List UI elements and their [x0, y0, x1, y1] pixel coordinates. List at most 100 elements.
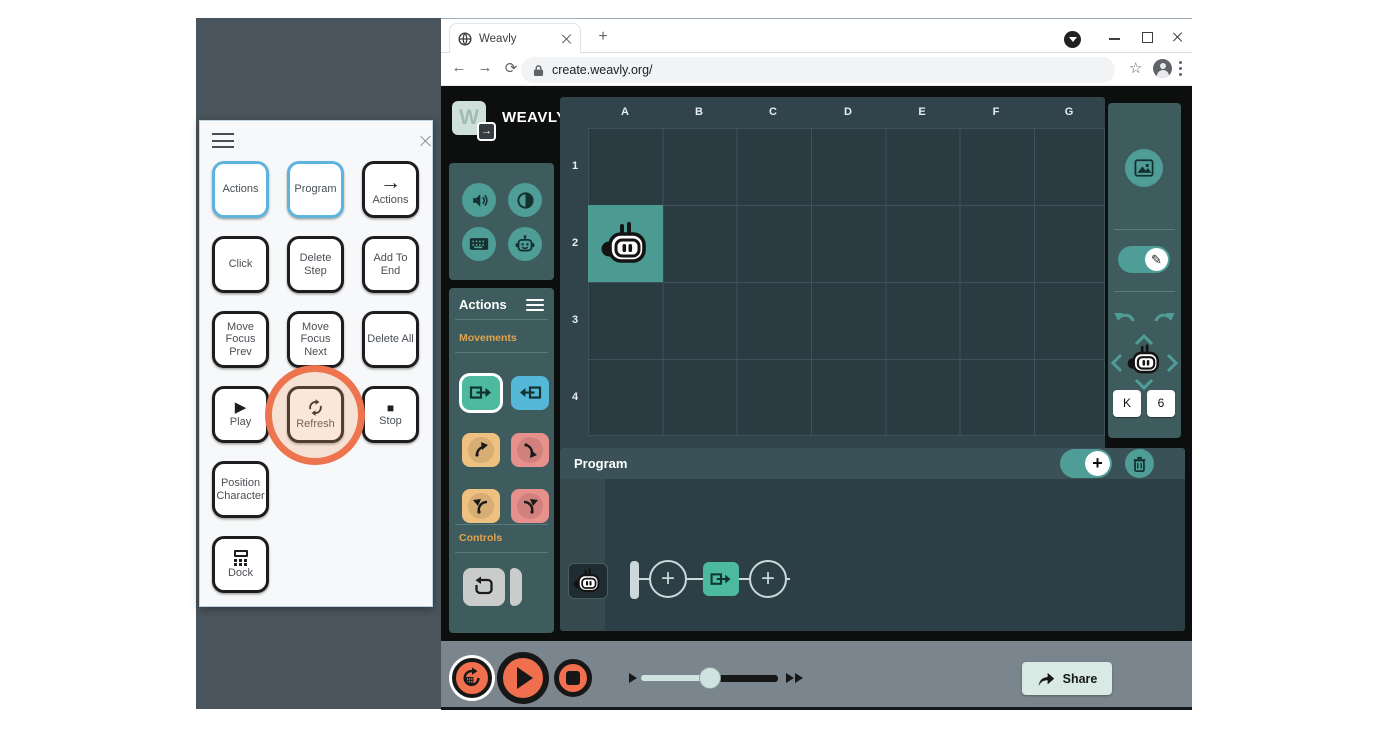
col-label-f: F [992, 106, 1000, 118]
col-label-g: G [1064, 106, 1074, 118]
background-picker-button[interactable] [1125, 149, 1163, 187]
program-character-thumbnail[interactable] [568, 563, 608, 599]
block-turn-right-45[interactable] [511, 433, 549, 467]
row-label-2: 2 [571, 237, 579, 249]
play-button[interactable] [497, 652, 549, 704]
redo-icon [1154, 313, 1175, 322]
character-settings-button[interactable] [508, 227, 542, 261]
image-icon [1134, 159, 1154, 177]
col-label-e: E [918, 106, 926, 118]
row-label-1: 1 [571, 160, 579, 172]
switch-button-play[interactable]: ▶ Play [212, 386, 269, 443]
theme-contrast-button[interactable] [508, 183, 542, 217]
add-step-node-2[interactable]: + [749, 560, 787, 598]
dock-icon [233, 549, 249, 566]
trash-icon [1133, 456, 1146, 472]
switch-button-move-focus-prev[interactable]: Move Focus Prev [212, 311, 269, 368]
panel-menu-icon[interactable] [212, 133, 234, 153]
block-turn-left-45[interactable] [462, 433, 500, 467]
forward-button[interactable]: → [475, 59, 495, 76]
program-panel: Program + + + [560, 448, 1185, 631]
window-minimize-button[interactable] [1109, 38, 1120, 40]
block-loop-end[interactable] [510, 568, 522, 606]
switch-button-position-character[interactable]: Position Character [212, 461, 269, 518]
movements-section-label: Movements [459, 332, 517, 344]
highlight-ring [265, 365, 365, 465]
backward-arrow-icon [520, 386, 542, 399]
key-button-6[interactable]: 6 [1147, 390, 1175, 417]
share-button[interactable]: Share [1022, 662, 1112, 695]
delete-program-button[interactable] [1125, 449, 1154, 478]
stop-button[interactable] [554, 659, 592, 697]
keyboard-shortcuts-button[interactable] [462, 227, 496, 261]
pen-toggle[interactable]: ✎ [1118, 246, 1170, 273]
refresh-scene-icon [463, 667, 480, 687]
switch-button-stop[interactable]: ■ Stop [362, 386, 419, 443]
redo-button[interactable] [1153, 309, 1175, 330]
switch-button-delete-step[interactable]: Delete Step [287, 236, 344, 293]
reload-button[interactable]: ⟳ [501, 59, 521, 77]
undo-button[interactable] [1114, 309, 1136, 330]
chevron-left-icon [1110, 353, 1123, 373]
add-step-node-1[interactable]: + [649, 560, 687, 598]
browser-tab[interactable]: Weavly [449, 23, 581, 53]
weavly-app: W → WEAVLY Actions Movements Controls A … [441, 86, 1192, 641]
character-cell-a2[interactable] [588, 205, 663, 282]
switch-button-program[interactable]: Program [287, 161, 344, 218]
block-loop[interactable] [463, 568, 505, 606]
browser-menu-icon[interactable] [1179, 61, 1182, 79]
add-node-toggle[interactable]: + [1060, 449, 1112, 478]
window-maximize-button[interactable] [1142, 32, 1153, 43]
switch-button-actions[interactable]: Actions [212, 161, 269, 218]
robot-preview-icon [1127, 344, 1160, 374]
robot-icon [515, 235, 535, 252]
share-icon [1038, 672, 1054, 686]
globe-favicon-icon [458, 31, 472, 46]
move-left-button[interactable] [1110, 353, 1123, 378]
url-bar[interactable]: create.weavly.org/ [521, 57, 1115, 83]
move-right-button[interactable] [1166, 353, 1179, 378]
browser-tabstrip: Weavly + [441, 19, 1192, 53]
refresh-scene-button[interactable] [452, 658, 492, 698]
bookmark-star-icon[interactable]: ☆ [1129, 59, 1142, 77]
block-forward[interactable] [462, 376, 500, 410]
speed-slow-icon [629, 673, 637, 683]
col-label-a: A [621, 106, 629, 118]
switch-button-click[interactable]: Click [212, 236, 269, 293]
logo-arrow-icon: → [477, 122, 496, 141]
palette-menu-icon[interactable] [526, 299, 544, 314]
block-turn-right-90[interactable] [511, 489, 549, 523]
block-turn-left-90[interactable] [462, 489, 500, 523]
keyboard-icon [469, 238, 489, 250]
arrow-right-icon: → [380, 171, 401, 195]
back-button[interactable]: ← [449, 59, 469, 76]
screenshot-canvas: Weavly + ← → ⟳ create.weavly.org/ ☆ W → … [0, 0, 1396, 736]
block-backward[interactable] [511, 376, 549, 410]
new-tab-button[interactable]: + [593, 27, 613, 47]
plus-icon: + [1085, 451, 1110, 476]
switch-button-goto-actions[interactable]: → Actions [362, 161, 419, 218]
undo-icon [1114, 313, 1135, 322]
extension-badge-icon[interactable] [1064, 31, 1081, 48]
sound-options-button[interactable] [462, 183, 496, 217]
controls-section-label: Controls [459, 532, 503, 544]
switch-button-delete-all[interactable]: Delete All [362, 311, 419, 368]
key-button-k[interactable]: K [1113, 390, 1141, 417]
utility-panel [449, 163, 554, 280]
tab-close-icon[interactable] [560, 33, 572, 45]
program-step-forward[interactable] [703, 562, 739, 596]
speed-fast-icon-2 [795, 673, 803, 683]
browser-toolbar: ← → ⟳ create.weavly.org/ ☆ [441, 53, 1192, 86]
share-label: Share [1062, 671, 1098, 686]
speed-slider-thumb[interactable] [699, 667, 721, 689]
scene-cells[interactable] [588, 128, 1105, 436]
weavly-logo: W → WEAVLY [452, 99, 566, 145]
col-label-c: C [769, 106, 777, 118]
switch-button-dock[interactable]: Dock [212, 536, 269, 593]
profile-avatar[interactable] [1153, 59, 1172, 78]
switch-button-move-focus-next[interactable]: Move Focus Next [287, 311, 344, 368]
row-label-3: 3 [571, 314, 579, 326]
robot-thumbnail-icon [573, 568, 600, 592]
switch-button-add-to-end[interactable]: Add To End [362, 236, 419, 293]
contrast-icon [516, 191, 534, 209]
